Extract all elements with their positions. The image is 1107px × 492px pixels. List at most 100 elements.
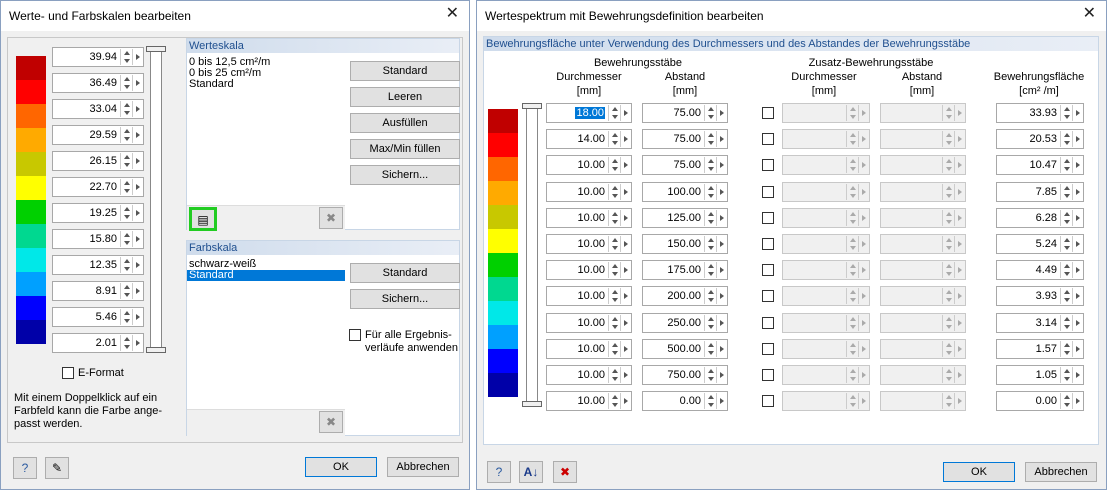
additional-diameter-spinner[interactable] <box>782 391 870 412</box>
color-swatch[interactable] <box>16 128 46 152</box>
spin-arrow-icon[interactable] <box>716 262 726 279</box>
spin-arrow-icon[interactable] <box>1072 367 1082 383</box>
additional-diameter-spinner[interactable] <box>782 155 870 176</box>
area-spinner[interactable]: 20.53 <box>996 129 1084 150</box>
spin-arrow-icon[interactable] <box>1072 131 1082 148</box>
additional-diameter-spinner[interactable] <box>782 312 870 333</box>
color-swatch[interactable] <box>16 80 46 104</box>
edit-icon[interactable]: ✎ <box>45 457 69 479</box>
spin-arrow-icon[interactable] <box>620 367 630 383</box>
diameter-spinner[interactable]: 10.00 <box>546 338 632 359</box>
spin-arrow-icon[interactable] <box>1072 209 1082 226</box>
area-spinner[interactable]: 1.57 <box>996 338 1084 359</box>
scale-value-spinner[interactable]: 2.01 <box>52 333 144 353</box>
diameter-spinner[interactable]: 10.00 <box>546 365 632 385</box>
spin-arrow-icon[interactable] <box>1072 288 1082 305</box>
spin-arrow-icon[interactable] <box>716 105 726 121</box>
spin-arrow-icon[interactable] <box>954 262 964 279</box>
spin-arrow-icon[interactable] <box>620 314 630 331</box>
additional-spacing-spinner[interactable] <box>880 365 966 385</box>
color-swatch[interactable] <box>16 176 46 200</box>
spin-arrow-icon[interactable] <box>954 236 964 252</box>
diameter-spinner[interactable]: 10.00 <box>546 260 632 281</box>
area-spinner[interactable]: 7.85 <box>996 181 1084 202</box>
spin-arrow-icon[interactable] <box>620 209 630 226</box>
area-spinner[interactable]: 5.24 <box>996 234 1084 254</box>
diameter-spinner[interactable]: 18.00 <box>546 103 632 123</box>
apply-all-checkbox[interactable] <box>349 329 361 341</box>
spin-arrow-icon[interactable] <box>1072 157 1082 174</box>
additional-spacing-spinner[interactable] <box>880 286 966 307</box>
spin-arrow-icon[interactable] <box>716 131 726 148</box>
additional-diameter-spinner[interactable] <box>782 207 870 228</box>
additional-bars-checkbox[interactable] <box>762 264 774 277</box>
diameter-spinner[interactable]: 10.00 <box>546 286 632 307</box>
spin-arrow-icon[interactable] <box>620 262 630 279</box>
area-spinner[interactable]: 0.00 <box>996 391 1084 412</box>
spacing-spinner[interactable]: 150.00 <box>642 234 728 254</box>
spin-arrow-icon[interactable] <box>954 209 964 226</box>
additional-spacing-spinner[interactable] <box>880 312 966 333</box>
spin-arrow-icon[interactable] <box>954 393 964 410</box>
scale-value-spinner[interactable]: 39.94 <box>52 47 144 67</box>
additional-bars-checkbox[interactable] <box>762 369 774 381</box>
spin-arrow-icon[interactable] <box>620 131 630 148</box>
spin-arrow-icon[interactable] <box>1072 340 1082 357</box>
spin-arrow-icon[interactable] <box>716 236 726 252</box>
color-swatch[interactable] <box>16 200 46 224</box>
spin-arrow-icon[interactable] <box>954 340 964 357</box>
help-icon[interactable]: ? <box>487 461 511 483</box>
spacing-spinner[interactable]: 200.00 <box>642 286 728 307</box>
spacing-spinner[interactable]: 175.00 <box>642 260 728 281</box>
werteskala-list-item[interactable]: Standard <box>187 79 345 90</box>
spacing-spinner[interactable]: 0.00 <box>642 391 728 412</box>
spin-arrow-icon[interactable] <box>620 105 630 121</box>
spin-arrow-icon[interactable] <box>858 105 868 121</box>
spacing-spinner[interactable]: 75.00 <box>642 129 728 150</box>
spin-arrow-icon[interactable] <box>132 179 142 195</box>
werteskala-sichern-button[interactable]: Sichern... <box>350 165 460 185</box>
scale-value-spinner[interactable]: 33.04 <box>52 99 144 119</box>
scale-slider[interactable] <box>150 50 162 352</box>
left-ok-button[interactable]: OK <box>305 457 377 477</box>
additional-bars-checkbox[interactable] <box>762 133 774 146</box>
scale-value-spinner[interactable]: 29.59 <box>52 125 144 145</box>
additional-spacing-spinner[interactable] <box>880 391 966 412</box>
load-scale-icon[interactable]: ▤ <box>189 207 217 231</box>
additional-diameter-spinner[interactable] <box>782 365 870 385</box>
spin-arrow-icon[interactable] <box>716 209 726 226</box>
spin-arrow-icon[interactable] <box>716 393 726 410</box>
diameter-spinner[interactable]: 10.00 <box>546 181 632 202</box>
spin-arrow-icon[interactable] <box>716 183 726 200</box>
werteskala-standard-button[interactable]: Standard <box>350 61 460 81</box>
farbskala-list-item[interactable]: Standard <box>187 270 345 281</box>
scale-value-spinner[interactable]: 19.25 <box>52 203 144 223</box>
help-icon[interactable]: ? <box>13 457 37 479</box>
diameter-spinner[interactable]: 10.00 <box>546 312 632 333</box>
spin-arrow-icon[interactable] <box>716 340 726 357</box>
werteskala-list[interactable]: 0 bis 12,5 cm²/m 0 bis 25 cm²/m Standard <box>187 57 345 205</box>
spin-arrow-icon[interactable] <box>858 288 868 305</box>
additional-spacing-spinner[interactable] <box>880 129 966 150</box>
slider-top-handle[interactable] <box>146 46 166 52</box>
color-swatch[interactable] <box>16 296 46 320</box>
spin-arrow-icon[interactable] <box>858 393 868 410</box>
spin-arrow-icon[interactable] <box>858 314 868 331</box>
area-spinner[interactable]: 6.28 <box>996 207 1084 228</box>
spin-arrow-icon[interactable] <box>954 157 964 174</box>
color-swatch[interactable] <box>16 104 46 128</box>
spacing-spinner[interactable]: 75.00 <box>642 155 728 176</box>
additional-diameter-spinner[interactable] <box>782 338 870 359</box>
slider-bottom-handle[interactable] <box>146 347 166 353</box>
additional-spacing-spinner[interactable] <box>880 103 966 123</box>
farbskala-sichern-button[interactable]: Sichern... <box>350 289 460 309</box>
spin-arrow-icon[interactable] <box>1072 314 1082 331</box>
additional-bars-checkbox[interactable] <box>762 211 774 224</box>
spin-arrow-icon[interactable] <box>1072 393 1082 410</box>
area-spinner[interactable]: 1.05 <box>996 365 1084 385</box>
spin-arrow-icon[interactable] <box>1072 105 1082 121</box>
spin-arrow-icon[interactable] <box>716 157 726 174</box>
additional-diameter-spinner[interactable] <box>782 286 870 307</box>
left-cancel-button[interactable]: Abbrechen <box>387 457 459 477</box>
spin-arrow-icon[interactable] <box>132 231 142 247</box>
